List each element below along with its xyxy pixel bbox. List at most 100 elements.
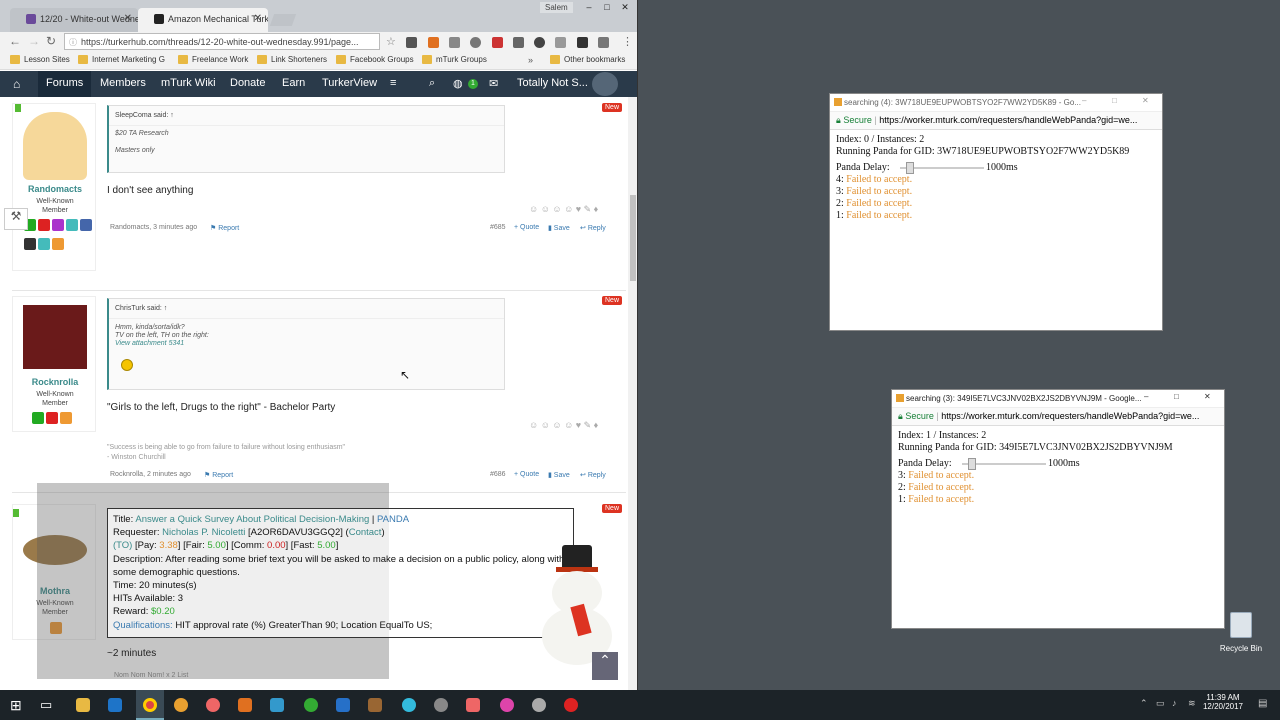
nav-earn[interactable]: Earn [282,77,305,89]
extension-icon[interactable] [598,37,609,48]
app-icon[interactable] [466,698,480,712]
minimize-icon[interactable]: – [1082,96,1086,105]
bookmark-item[interactable]: Internet Marketing G [78,55,165,64]
save-button[interactable]: ▮ Save [548,224,570,232]
network-icon[interactable]: ▭ [1156,698,1165,709]
close-icon[interactable]: ✕ [1142,96,1149,105]
quote-button[interactable]: + Quote [514,471,539,478]
close-icon[interactable]: ✕ [124,13,132,24]
address-bar[interactable]: ⓘ https://turkerhub.com/threads/12-20-whi… [64,33,380,50]
extension-icon[interactable] [406,37,417,48]
extension-icon[interactable] [449,37,460,48]
volume-icon[interactable]: ♪ [1172,698,1177,708]
extension-icon[interactable] [492,37,503,48]
forward-icon[interactable]: → [28,34,40,48]
nav-members[interactable]: Members [100,77,146,89]
clock[interactable]: 11:39 AM 12/20/2017 [1198,693,1248,711]
menu-dots-icon[interactable]: ⋮ [622,35,633,48]
action-center-icon[interactable]: ▤ [1258,698,1267,709]
close-window-icon[interactable]: ✕ [616,0,634,14]
profile-badge[interactable]: Salem [540,2,573,13]
star-icon[interactable]: ☆ [386,35,396,48]
network-wifi-icon[interactable]: ≋ [1188,698,1196,709]
nav-turkerview[interactable]: TurkerView [322,77,377,89]
username[interactable]: Rocknrolla [15,377,95,387]
reaction-summary[interactable]: Nom Nom Nom! x 2 List [114,672,188,679]
username[interactable]: Randomacts [15,184,95,194]
avatar[interactable] [23,112,87,180]
report-link[interactable]: ⚑ Report [210,224,239,232]
to-link[interactable]: (TO) [113,540,132,551]
tab-mturk[interactable]: Amazon Mechanical Turk ✕ [138,8,268,32]
scrollbar-thumb[interactable] [630,195,636,281]
tools-icon[interactable]: ⚒ [4,208,28,230]
extension-icon[interactable] [513,37,524,48]
app-icon[interactable] [368,698,382,712]
home-icon[interactable]: ⌂ [13,77,20,91]
attachment-link[interactable]: View attachment 5341 [109,339,504,347]
reload-icon[interactable]: ↻ [46,34,56,48]
avatar[interactable] [23,305,87,369]
bookmark-item[interactable]: Lesson Sites [10,55,70,64]
visual-studio-icon[interactable] [336,698,350,712]
bookmarks-overflow-button[interactable]: » [528,55,533,65]
extension-icon[interactable] [534,37,545,48]
app-icon[interactable] [532,698,546,712]
maximize-icon[interactable]: □ [598,0,616,14]
chrome-taskbar-button[interactable] [136,690,164,720]
close-icon[interactable]: ✕ [254,13,262,24]
app-icon[interactable] [174,698,188,712]
app-icon[interactable] [304,698,318,712]
minimize-icon[interactable]: – [1144,392,1148,401]
other-bookmarks[interactable]: Other bookmarks [550,55,625,64]
reply-button[interactable]: ↩ Reply [580,224,606,232]
windows-start-icon[interactable]: ⊞ [10,697,22,714]
mail-icon[interactable]: ✉ [489,77,498,90]
bookmark-item[interactable]: Facebook Groups [336,55,414,64]
report-link[interactable]: ⚑ Report [204,471,233,479]
hit-title-link[interactable]: Answer a Quick Survey About Political De… [135,514,369,525]
reply-button[interactable]: ↩ Reply [580,471,606,479]
edge-icon[interactable] [108,698,122,712]
address-bar[interactable]: 🔒︎ Secure | https://worker.mturk.com/req… [892,408,1224,426]
new-tab-button[interactable] [269,14,297,26]
globe-icon[interactable]: ◍ [453,77,463,90]
post-meta[interactable]: Rocknrolla, 2 minutes ago [110,471,191,478]
bookmark-item[interactable]: Link Shorteners [257,55,327,64]
nav-forums[interactable]: Forums [38,71,92,97]
quote-author[interactable]: SleepComa said: ↑ [109,106,504,126]
quote-author[interactable]: ChrisTurk said: ↑ [109,299,504,319]
hamburger-menu-icon[interactable]: ≡ [390,77,396,89]
post-number[interactable]: #686 [490,471,506,478]
app-icon[interactable] [270,698,284,712]
panda-link[interactable]: PANDA [377,514,409,525]
scrollbar[interactable] [628,97,637,690]
reaction-icons[interactable]: ☺ ☺ ☺ ☺ ♥ ✎ ♦ [529,204,598,215]
tray-chevron-icon[interactable]: ⌃ [1140,698,1148,709]
file-explorer-icon[interactable] [76,698,90,712]
quote-button[interactable]: + Quote [514,224,539,231]
app-icon[interactable] [500,698,514,712]
app-icon[interactable] [402,698,416,712]
extension-icon[interactable] [577,37,588,48]
bookmark-item[interactable]: mTurk Groups [422,55,487,64]
search-icon[interactable]: ⌕ [429,77,435,90]
avatar[interactable] [592,72,618,96]
maximize-icon[interactable]: □ [1174,392,1179,401]
post-number[interactable]: #685 [490,224,506,231]
requester-link[interactable]: Nicholas P. Nicoletti [162,527,245,538]
extension-icon[interactable] [470,37,481,48]
recycle-bin-shortcut[interactable]: Recycle Bin [1214,610,1268,658]
user-menu[interactable]: Totally Not S... [517,77,588,89]
post-meta[interactable]: Randomacts, 3 minutes ago [110,224,197,231]
bookmark-item[interactable]: Freelance Work [178,55,248,64]
alerts-badge[interactable]: 1 [468,79,478,89]
app-icon[interactable] [434,698,448,712]
scroll-top-button[interactable]: ⌃ [592,652,618,680]
delay-slider-handle[interactable] [968,458,976,470]
save-button[interactable]: ▮ Save [548,471,570,479]
tab-turkerhub[interactable]: 12/20 - White-out Wedne ✕ [10,8,138,32]
contact-link[interactable]: Contact [349,527,382,538]
extension-icon[interactable] [555,37,566,48]
extension-icon[interactable] [428,37,439,48]
